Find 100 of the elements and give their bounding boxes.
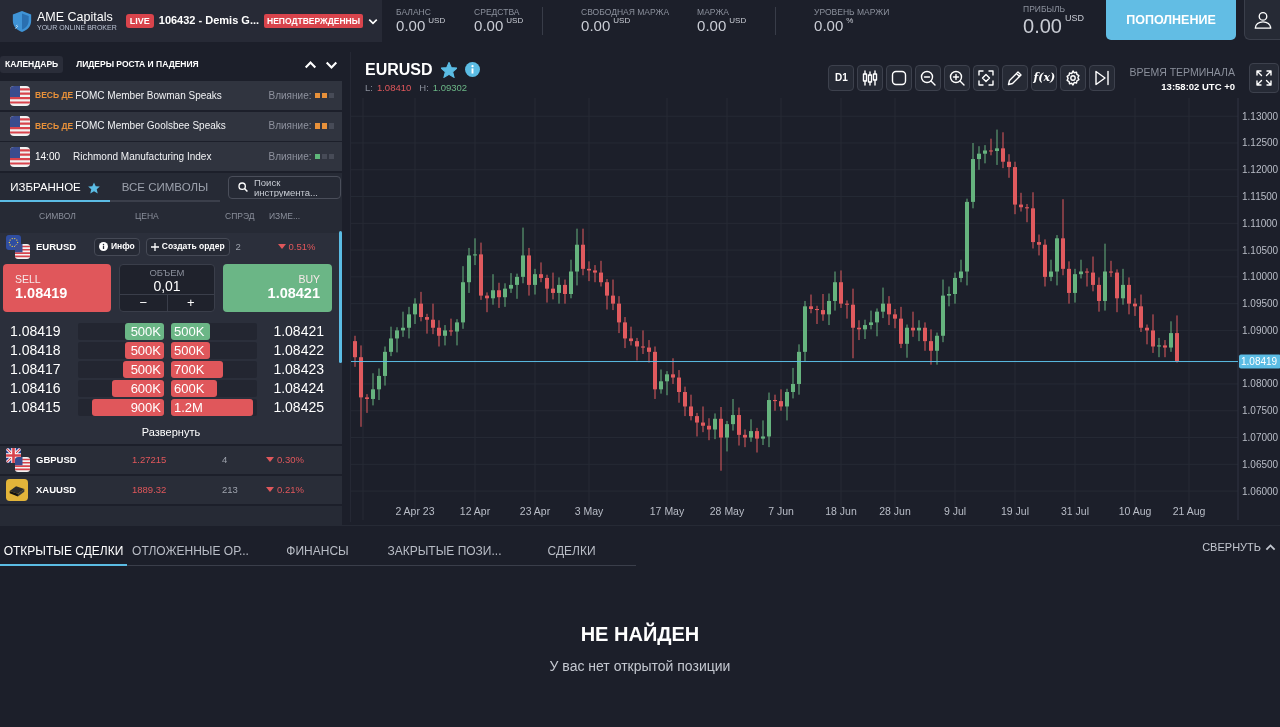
candle: [1007, 153, 1011, 179]
axis-label: 1.06000: [1242, 485, 1279, 497]
candle: [563, 279, 567, 305]
candle: [737, 407, 741, 447]
fullscreen-button[interactable]: [1249, 63, 1279, 93]
event-title: FOMC Member Bowman Speaks: [75, 89, 222, 102]
info-button[interactable]: Инфо: [94, 237, 140, 256]
candle: [1025, 203, 1029, 223]
volume-bar: 500K: [171, 341, 210, 359]
scrollbar-thumb[interactable]: [339, 230, 342, 363]
candle: [395, 326, 399, 353]
candle: [839, 269, 843, 309]
candle: [407, 306, 411, 339]
candle: [827, 292, 831, 326]
search-icon: [238, 182, 248, 192]
symbol-tab[interactable]: ИЗБРАННОЕ: [0, 172, 110, 202]
candle: [671, 357, 675, 385]
volume-bar: 600K: [171, 379, 218, 397]
candle: [803, 300, 807, 362]
candle: [875, 307, 879, 337]
candle: [479, 242, 483, 301]
spread-value: 2: [235, 240, 242, 253]
candle: [413, 297, 417, 325]
metric-label: МАРЖА: [697, 6, 730, 18]
toolbar-button[interactable]: [1060, 65, 1087, 91]
candle: [383, 346, 387, 387]
event-title: FOMC Member Goolsbee Speaks: [75, 120, 226, 132]
candle: [701, 405, 705, 433]
expand-link[interactable]: Развернуть: [141, 425, 201, 439]
toolbar-button[interactable]: [973, 65, 1000, 91]
chevron-down-icon[interactable]: [368, 17, 379, 25]
bid-price: 1.08416: [9, 379, 62, 397]
candle: [599, 260, 603, 287]
positions-tab[interactable]: ФИНАНСЫ: [254, 526, 381, 566]
collapse-button[interactable]: СВЕРНУТЬ: [1200, 526, 1278, 555]
timeframe-button[interactable]: D1: [828, 65, 855, 91]
indicators-button[interactable]: f(x): [1031, 65, 1058, 91]
candle: [1157, 337, 1161, 358]
candle: [455, 318, 459, 346]
price-tag: 1.08419: [1239, 354, 1280, 369]
volume-field[interactable]: ОБЪЕМ 0,01 − +: [119, 263, 215, 312]
positions-tab[interactable]: ОТКРЫТЫЕ СДЕЛКИ: [0, 526, 127, 566]
toolbar-button[interactable]: [915, 65, 942, 91]
shield-logo-icon: [12, 9, 32, 33]
candle: [857, 319, 861, 341]
calendar-event-row[interactable]: ВЕСЬ ДЕ FOMC Member Bowman Speaks Влияние:: [0, 81, 342, 110]
toolbar-button[interactable]: [886, 65, 913, 91]
account-name[interactable]: 106432 - Demis G...: [158, 14, 260, 28]
toolbar-button[interactable]: [1002, 65, 1029, 91]
candle: [461, 265, 465, 330]
candle: [959, 259, 963, 283]
chevron-up-icon[interactable]: [304, 60, 317, 69]
toolbar-button[interactable]: [944, 65, 971, 91]
candle: [815, 305, 819, 325]
volume-bar: 1.2M: [171, 398, 253, 416]
volume-bar: 600K: [112, 379, 164, 397]
candle: [593, 264, 597, 283]
symbol-tab[interactable]: ВСЕ СИМВОЛЫ: [110, 172, 220, 202]
favorite-star-icon[interactable]: [440, 61, 457, 78]
increase-button[interactable]: +: [166, 295, 214, 311]
bid-price: 1.08415: [9, 398, 62, 416]
metric-label: СВОБОДНАЯ МАРЖА: [581, 6, 671, 17]
info-icon[interactable]: [464, 62, 480, 78]
positions-tab[interactable]: СДЕЛКИ: [508, 526, 635, 566]
bid-price: 1.08417: [9, 360, 62, 378]
candle: [725, 420, 729, 452]
sell-button[interactable]: SELL 1.08419: [3, 263, 111, 312]
candle: [437, 319, 441, 347]
positions-tab[interactable]: ОТЛОЖЕННЫЕ ОР...: [127, 526, 254, 566]
create-order-button[interactable]: Создать ордер: [145, 237, 230, 256]
axis-label: 1.09500: [1242, 298, 1279, 310]
calendar-event-row[interactable]: ВЕСЬ ДЕ FOMC Member Goolsbee Speaks Влияние:: [0, 111, 342, 141]
volume-label: ОБЪЕМ: [148, 267, 186, 277]
chevron-down-icon[interactable]: [325, 60, 338, 69]
toolbar-button[interactable]: [1089, 65, 1116, 91]
candle: [797, 343, 801, 396]
candle: [761, 419, 765, 446]
toolbar-button[interactable]: [857, 65, 884, 91]
candle: [971, 142, 975, 209]
axis-label: 9 Jul: [943, 505, 967, 517]
volume-bar: 700K: [171, 360, 223, 378]
metric-label: БАЛАНС: [396, 6, 432, 18]
positions-tab[interactable]: ЗАКРЫТЫЕ ПОЗИ...: [381, 526, 508, 566]
ask-price: 1.08424: [272, 379, 324, 397]
news-tab[interactable]: ЛИДЕРЫ РОСТА И ПАДЕНИЯ: [71, 55, 204, 74]
candle: [1013, 161, 1017, 215]
search-field[interactable]: Поиск инструмента...: [228, 175, 341, 199]
flag-pair-icon: [6, 234, 30, 259]
news-tab[interactable]: КАЛЕНДАРЬ: [0, 55, 64, 74]
live-badge: LIVE: [125, 13, 154, 29]
candle: [401, 311, 405, 338]
decrease-button[interactable]: −: [120, 295, 167, 311]
calendar-event-row[interactable]: 14:00 Richmond Manufacturing Index Влияние:: [0, 142, 342, 171]
column-header: СПРЭД: [224, 210, 256, 222]
bid-price: 1.08418: [9, 341, 62, 359]
candle: [539, 261, 543, 283]
column-header: СИМВОЛ: [38, 210, 77, 222]
symbol-row[interactable]: GBPUSD 1.27215 4 0.30%: [0, 445, 342, 476]
axis-label: 1.11500: [1242, 191, 1278, 203]
user-account-button[interactable]: [1244, 0, 1280, 40]
